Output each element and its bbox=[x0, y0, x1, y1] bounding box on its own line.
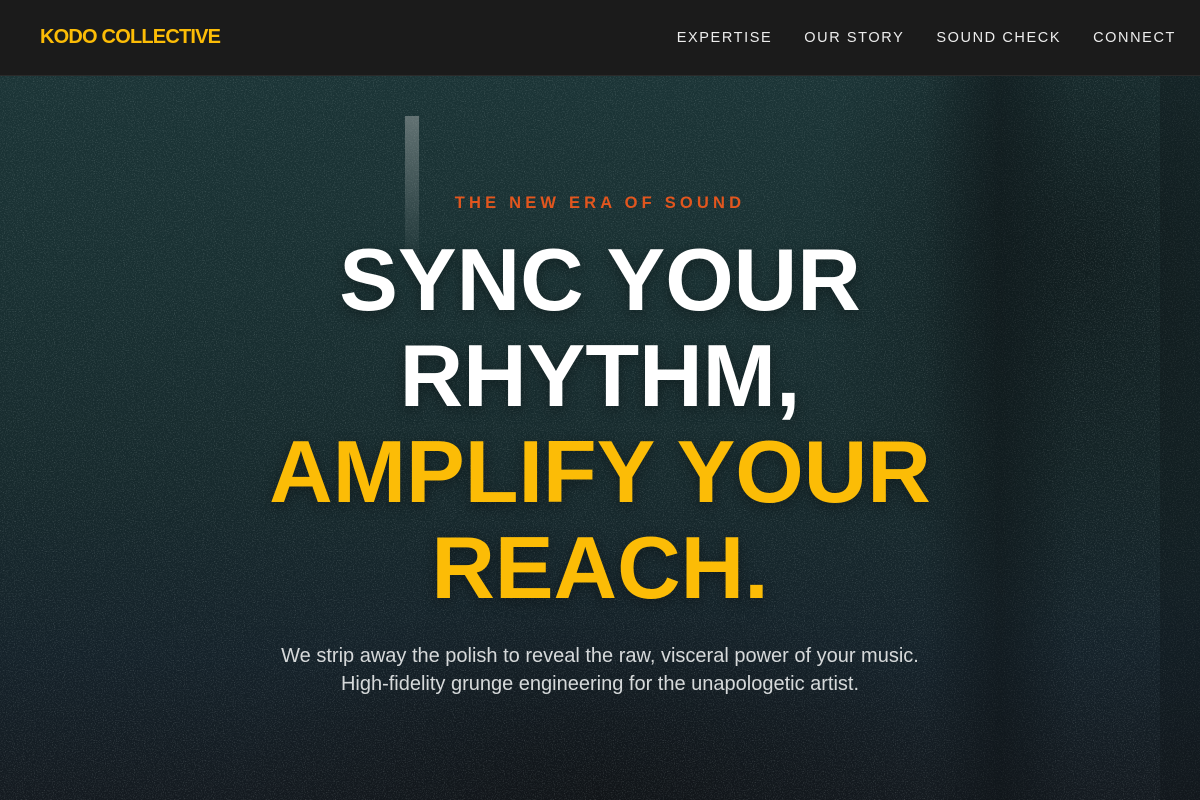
nav-link-connect[interactable]: CONNECT bbox=[1093, 30, 1176, 46]
nav-links: EXPERTISE OUR STORY SOUND CHECK CONNECT bbox=[645, 30, 1176, 46]
nav-link-sound-check[interactable]: SOUND CHECK bbox=[936, 30, 1061, 46]
nav-link-expertise[interactable]: EXPERTISE bbox=[677, 30, 773, 46]
hero-headline: SYNC YOUR RHYTHM, AMPLIFY YOUR REACH. bbox=[0, 232, 1200, 616]
top-navigation: KODO COLLECTIVE EXPERTISE OUR STORY SOUN… bbox=[0, 0, 1200, 76]
hero-eyebrow: THE NEW ERA OF SOUND bbox=[454, 194, 746, 212]
hero-subtext: We strip away the polish to reveal the r… bbox=[0, 642, 1200, 698]
headline-line-1: SYNC YOUR bbox=[339, 230, 861, 329]
headline-line-3: AMPLIFY YOUR bbox=[269, 422, 931, 521]
subtext-line-1: We strip away the polish to reveal the r… bbox=[281, 645, 919, 667]
subtext-line-2: High-fidelity grunge engineering for the… bbox=[340, 673, 860, 695]
nav-link-our-story[interactable]: OUR STORY bbox=[804, 30, 904, 46]
hero-section: THE NEW ERA OF SOUND SYNC YOUR RHYTHM, A… bbox=[0, 76, 1200, 800]
headline-line-2: RHYTHM, bbox=[399, 326, 801, 425]
headline-line-4: REACH. bbox=[431, 518, 769, 617]
brand-logo[interactable]: KODO COLLECTIVE bbox=[40, 26, 221, 49]
